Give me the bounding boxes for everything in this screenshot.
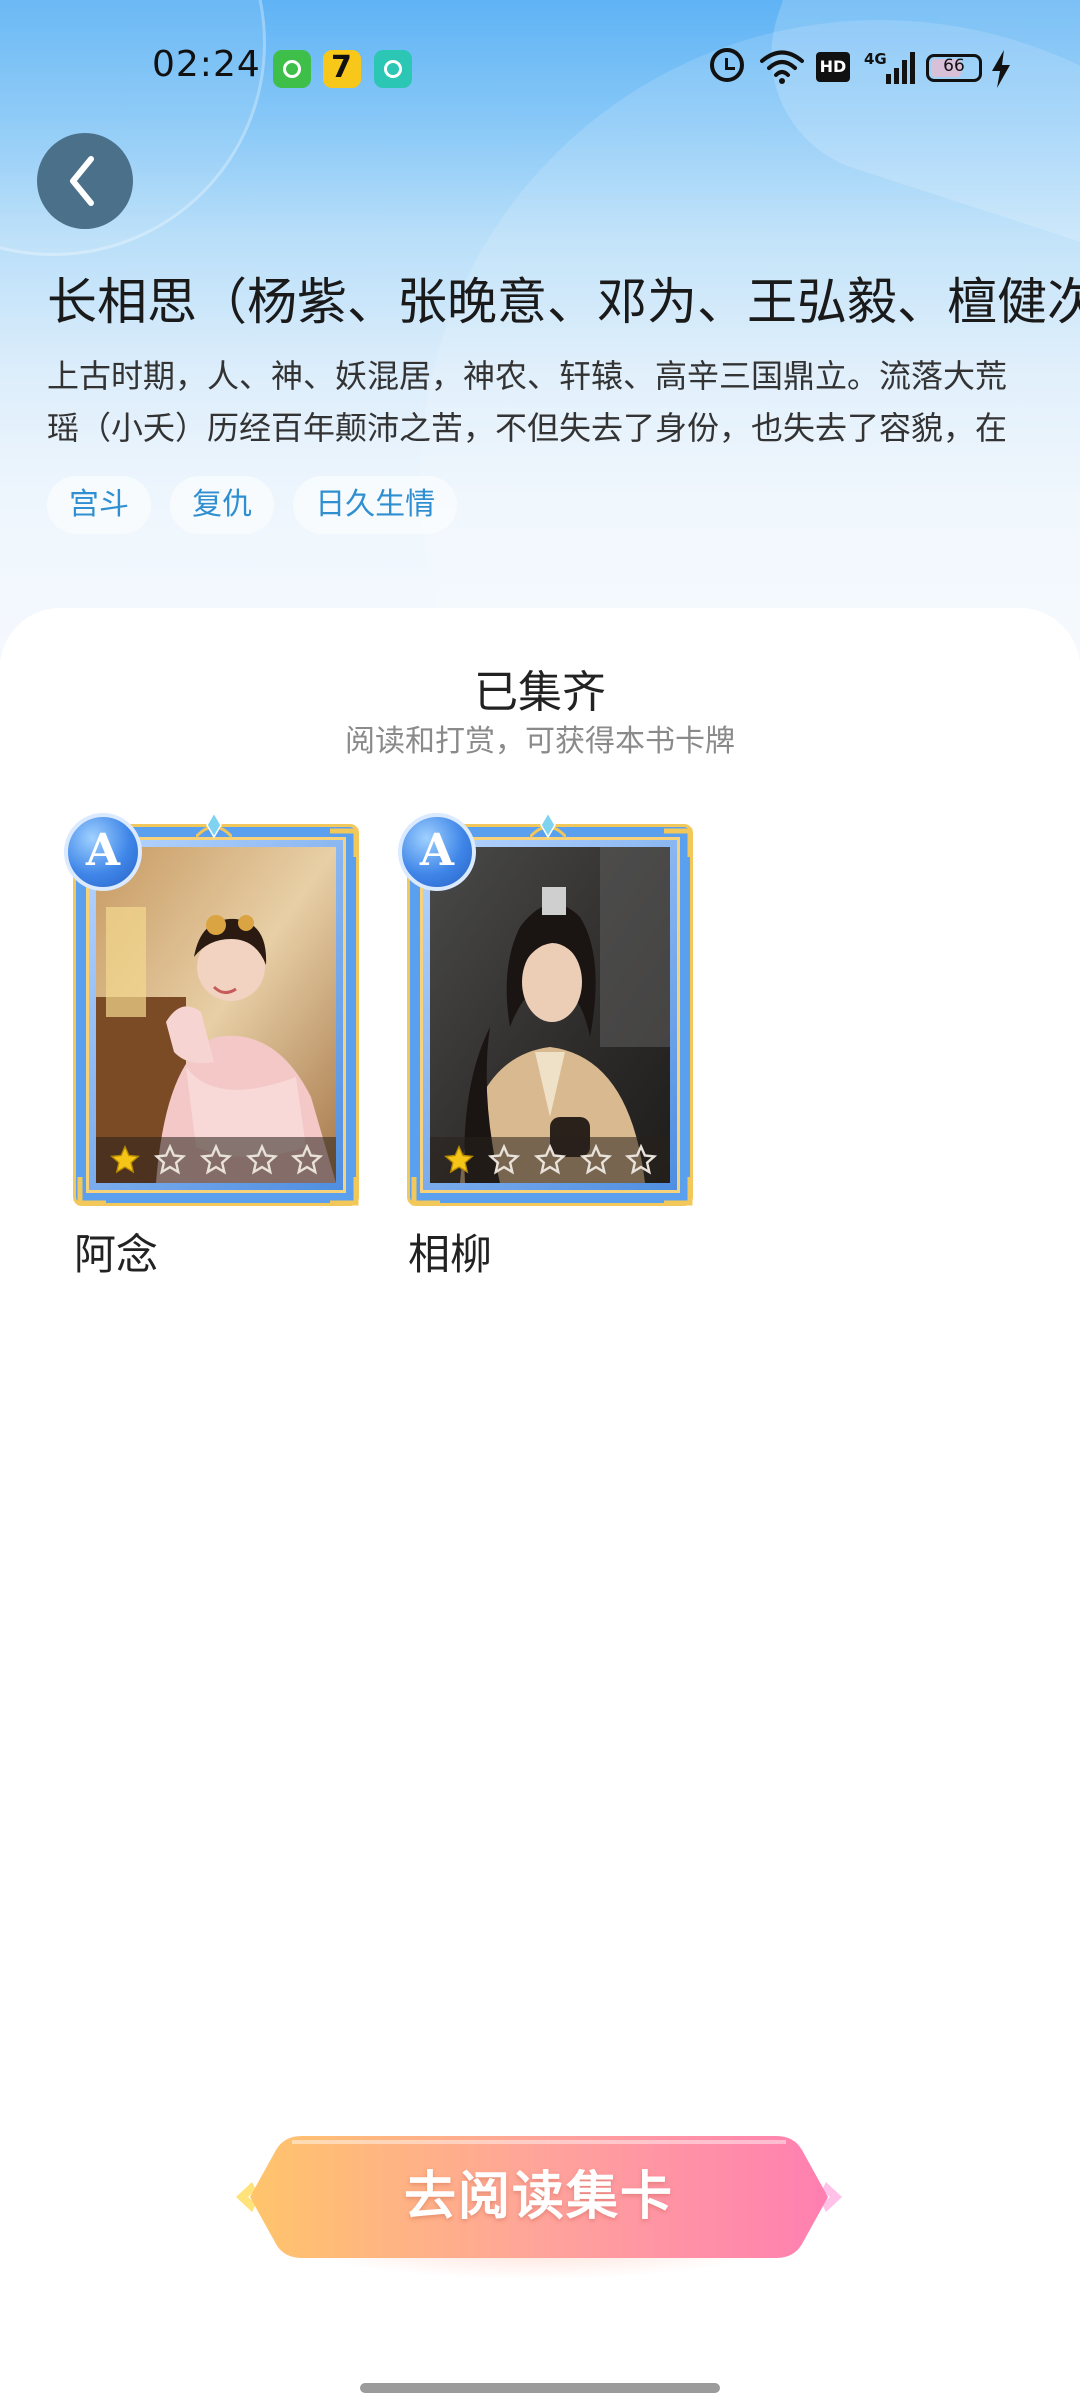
wifi-icon [760,50,804,84]
collection-subtitle: 阅读和打赏，可获得本书卡牌 [345,724,735,759]
network-type: 4G [864,50,887,68]
star-icon [488,1144,521,1175]
star-icon [154,1144,187,1175]
card-corner-ornament [77,1177,106,1206]
battery-percent: 66 [943,56,965,76]
star-icon [443,1145,474,1174]
app-notification-icon [323,50,361,88]
card-gem-ornament [196,813,232,839]
rarity-badge: A [398,813,476,891]
book-description: 上古时期，人、神、妖混居，神农、轩辕、高辛三国鼎立。流落大荒 瑶（小夭）历经百年… [47,350,1080,454]
card-portrait-image [96,847,336,1183]
tag-chip[interactable]: 日久生情 [293,476,458,534]
chevron-left-icon [70,156,94,206]
card-corner-ornament [664,1177,693,1206]
alarm-icon [710,48,744,82]
card-corner-ornament [330,1177,359,1206]
star-icon [625,1144,658,1175]
description-line: 上古时期，人、神、妖混居，神农、轩辕、高辛三国鼎立。流落大荒 [47,357,1008,395]
star-icon [533,1144,566,1175]
star-icon [291,1144,324,1175]
star-icon [579,1144,612,1175]
tag-chip[interactable]: 复仇 [170,476,275,534]
read-collect-button[interactable]: 去阅读集卡 [232,2130,846,2280]
status-time: 02:24 [152,44,261,85]
bolt-icon [992,50,1010,88]
card-corner-ornament [411,1177,440,1206]
home-indicator[interactable] [360,2383,720,2393]
card-portrait-image [430,847,670,1183]
rarity-badge: A [64,813,142,891]
tag-list: 宫斗 复仇 日久生情 [47,476,471,534]
battery-icon: 66 [926,54,982,82]
signal-icon: 4G [864,50,915,84]
rating-stars [430,1137,670,1183]
card-corner-ornament [330,828,359,857]
description-line: 瑶（小夭）历经百年颠沛之苦，不但失去了身份，也失去了容貌，在 [47,409,1008,447]
button-label: 去阅读集卡 [403,2167,674,2227]
app-notification-icon [374,50,412,88]
card-gem-ornament [530,813,566,839]
card-corner-ornament [664,828,693,857]
star-icon [109,1145,140,1174]
status-bar: 02:24 HD 4G 66 [0,0,1080,140]
app-notification-icon [273,50,311,88]
rating-stars [96,1137,336,1183]
hd-badge: HD [816,52,850,82]
card-name: 阿念 [74,1230,159,1279]
tag-chip[interactable]: 宫斗 [47,476,151,534]
collection-title: 已集齐 [474,667,606,718]
back-button[interactable] [37,133,133,229]
book-title: 长相思（杨紫、张晚意、邓为、王弘毅、檀健次 [47,273,1080,331]
star-icon [245,1144,278,1175]
card-name: 相柳 [408,1230,493,1279]
star-icon [199,1144,232,1175]
